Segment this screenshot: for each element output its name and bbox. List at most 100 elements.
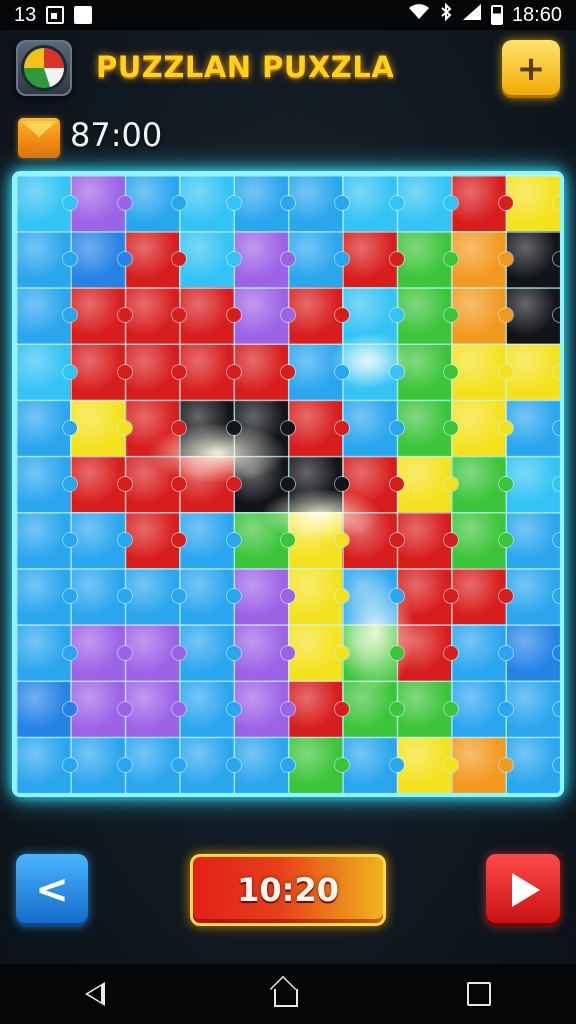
back-icon[interactable] (84, 982, 105, 1006)
puzzle-piece[interactable] (179, 343, 242, 400)
puzzle-piece[interactable] (233, 287, 296, 344)
share-button[interactable]: < (16, 854, 88, 926)
puzzle-piece[interactable] (451, 287, 514, 344)
puzzle-piece[interactable] (396, 568, 459, 625)
puzzle-piece[interactable] (342, 455, 405, 513)
puzzle-piece[interactable] (451, 175, 514, 232)
puzzle-piece[interactable] (505, 736, 560, 793)
puzzle-piece[interactable] (288, 680, 350, 738)
puzzle-piece[interactable] (233, 175, 296, 232)
puzzle-piece[interactable] (124, 512, 187, 569)
puzzle-piece[interactable] (396, 231, 459, 288)
puzzle-piece[interactable] (179, 736, 242, 793)
puzzle-piece[interactable] (16, 624, 78, 681)
puzzle-piece[interactable] (451, 231, 514, 288)
puzzle-piece[interactable] (70, 736, 133, 793)
puzzle-piece[interactable] (396, 736, 459, 793)
add-button[interactable]: + (502, 40, 560, 98)
puzzle-piece[interactable] (233, 512, 296, 569)
puzzle-piece[interactable] (179, 231, 242, 288)
puzzle-piece[interactable] (342, 512, 405, 569)
puzzle-tiles[interactable] (16, 175, 560, 793)
puzzle-piece[interactable] (342, 568, 405, 625)
puzzle-piece[interactable] (451, 736, 514, 793)
puzzle-piece[interactable] (233, 624, 296, 681)
puzzle-piece[interactable] (179, 399, 242, 457)
puzzle-piece[interactable] (70, 680, 133, 738)
puzzle-piece[interactable] (451, 343, 514, 400)
puzzle-piece[interactable] (124, 399, 187, 457)
puzzle-piece[interactable] (451, 512, 514, 569)
puzzle-piece[interactable] (179, 175, 242, 232)
puzzle-piece[interactable] (16, 736, 78, 793)
puzzle-piece[interactable] (179, 624, 242, 681)
puzzle-piece[interactable] (233, 343, 296, 400)
puzzle-piece[interactable] (505, 512, 560, 569)
puzzle-piece[interactable] (342, 399, 405, 457)
puzzle-piece[interactable] (124, 568, 187, 625)
puzzle-piece[interactable] (288, 175, 350, 232)
puzzle-piece[interactable] (70, 287, 133, 344)
puzzle-piece[interactable] (233, 680, 296, 738)
puzzle-piece[interactable] (233, 568, 296, 625)
puzzle-piece[interactable] (451, 455, 514, 513)
play-button[interactable] (486, 854, 560, 926)
puzzle-piece[interactable] (233, 736, 296, 793)
puzzle-piece[interactable] (288, 624, 350, 681)
puzzle-piece[interactable] (16, 399, 78, 457)
home-icon[interactable] (273, 989, 298, 1007)
puzzle-piece[interactable] (451, 568, 514, 625)
puzzle-piece[interactable] (396, 680, 459, 738)
puzzle-piece[interactable] (396, 399, 459, 457)
puzzle-piece[interactable] (179, 455, 242, 513)
puzzle-piece[interactable] (288, 736, 350, 793)
puzzle-piece[interactable] (70, 568, 133, 625)
puzzle-piece[interactable] (124, 680, 187, 738)
puzzle-piece[interactable] (70, 175, 133, 232)
puzzle-piece[interactable] (451, 399, 514, 457)
puzzle-piece[interactable] (342, 231, 405, 288)
puzzle-piece[interactable] (342, 175, 405, 232)
puzzle-piece[interactable] (288, 399, 350, 457)
puzzle-piece[interactable] (233, 399, 296, 457)
puzzle-piece[interactable] (396, 624, 459, 681)
puzzle-piece[interactable] (179, 287, 242, 344)
puzzle-piece[interactable] (342, 736, 405, 793)
puzzle-piece[interactable] (505, 175, 560, 232)
puzzle-piece[interactable] (233, 231, 296, 288)
puzzle-piece[interactable] (505, 343, 560, 400)
puzzle-board[interactable] (12, 171, 564, 797)
puzzle-piece[interactable] (396, 343, 459, 400)
puzzle-piece[interactable] (505, 287, 560, 344)
puzzle-piece[interactable] (505, 680, 560, 738)
puzzle-piece[interactable] (70, 512, 133, 569)
puzzle-piece[interactable] (396, 512, 459, 569)
puzzle-piece[interactable] (16, 287, 78, 344)
puzzle-piece[interactable] (179, 680, 242, 738)
envelope-icon[interactable] (18, 118, 60, 158)
puzzle-piece[interactable] (179, 568, 242, 625)
puzzle-piece[interactable] (70, 343, 133, 400)
puzzle-piece[interactable] (124, 287, 187, 344)
puzzle-piece[interactable] (396, 175, 459, 232)
puzzle-piece[interactable] (124, 343, 187, 400)
puzzle-piece[interactable] (505, 399, 560, 457)
puzzle-piece[interactable] (16, 568, 78, 625)
puzzle-piece[interactable] (16, 512, 78, 569)
puzzle-piece[interactable] (342, 680, 405, 738)
puzzle-piece[interactable] (16, 343, 78, 400)
recents-icon[interactable] (467, 982, 492, 1006)
puzzle-piece[interactable] (70, 399, 133, 457)
puzzle-piece[interactable] (288, 455, 350, 513)
puzzle-piece[interactable] (124, 231, 187, 288)
puzzle-piece[interactable] (396, 287, 459, 344)
puzzle-piece[interactable] (70, 231, 133, 288)
puzzle-piece[interactable] (124, 736, 187, 793)
puzzle-piece[interactable] (124, 175, 187, 232)
puzzle-piece[interactable] (396, 455, 459, 513)
puzzle-piece[interactable] (16, 680, 78, 738)
puzzle-piece[interactable] (505, 455, 560, 513)
puzzle-piece[interactable] (505, 568, 560, 625)
puzzle-piece[interactable] (342, 343, 405, 400)
puzzle-piece[interactable] (70, 624, 133, 681)
